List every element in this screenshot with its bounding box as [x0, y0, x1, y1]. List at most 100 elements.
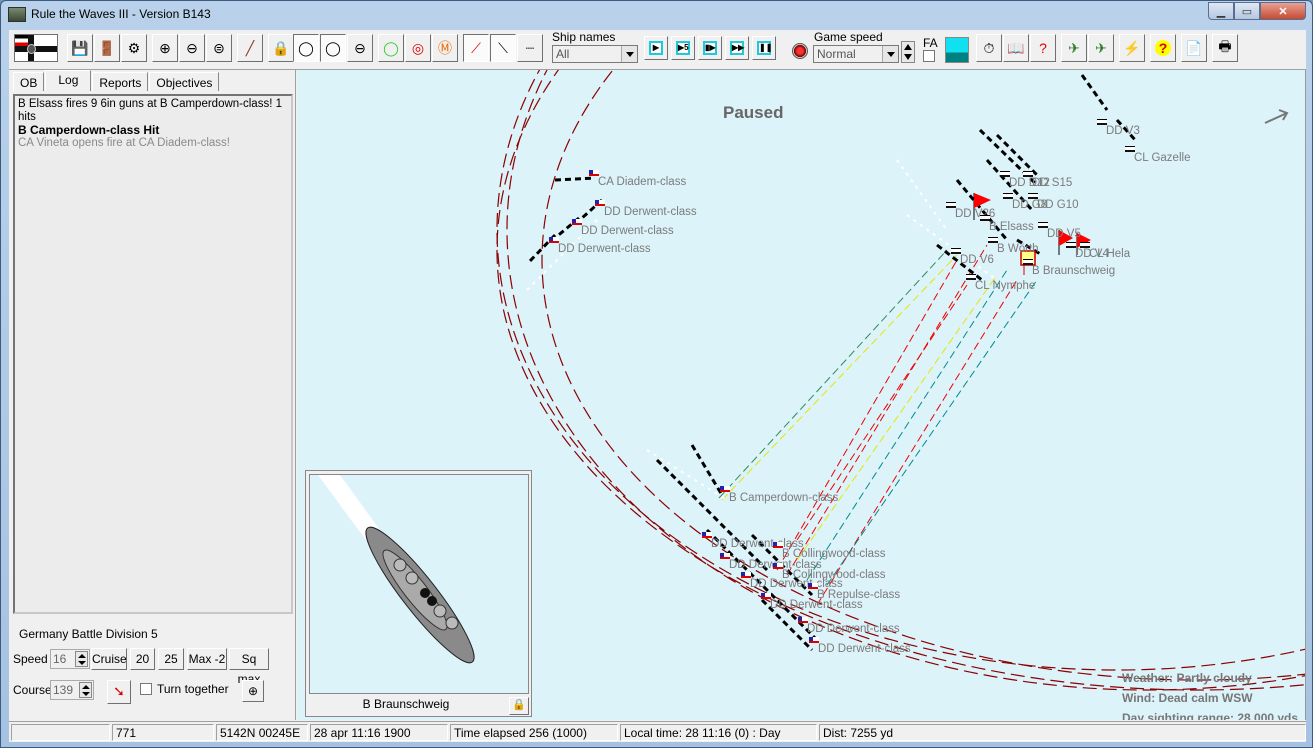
british-ensign-icon — [589, 170, 599, 176]
tab-objectives[interactable]: Objectives — [149, 72, 220, 91]
ship-label[interactable]: DD V5 — [1047, 228, 1081, 240]
chevron-down-icon — [882, 46, 898, 62]
torpedo-button[interactable]: ⟍ — [490, 34, 516, 62]
range-circle-2-button[interactable]: ◯ — [320, 34, 346, 62]
close-button[interactable]: ✕ — [1260, 2, 1306, 20]
unknown-ship-button[interactable]: ? — [1030, 34, 1056, 62]
ship-label[interactable]: DD V3 — [1106, 125, 1140, 137]
play-5-button[interactable]: ▶5 — [671, 36, 695, 60]
book-button[interactable]: 📖 — [1003, 34, 1029, 62]
speed-25-button[interactable]: 25 — [158, 648, 184, 670]
ship-column[interactable] — [690, 444, 724, 496]
save-button[interactable]: 💾 — [67, 34, 93, 62]
status-date: 28 apr 11:16 1900 — [310, 724, 448, 741]
range-bar-button[interactable]: ⊖ — [347, 34, 373, 62]
ship-column[interactable] — [1080, 74, 1109, 111]
chevron-down-icon — [621, 46, 637, 62]
aircraft-settings-button[interactable]: ✈ — [1088, 34, 1114, 62]
ship-label[interactable]: DD Derwent-class — [558, 243, 651, 255]
ship-label[interactable]: DD G8 — [1012, 199, 1047, 211]
log-list[interactable]: B Elsass fires 9 6in guns at B Camperdow… — [13, 94, 293, 614]
ship-label[interactable]: B Camperdown-class — [729, 492, 838, 504]
british-ensign-icon — [720, 553, 730, 559]
unknown-ship-icon: ? — [1039, 40, 1047, 56]
set-course-pointer-button[interactable]: ➘ — [107, 680, 131, 704]
ship-label[interactable]: B Elsass — [989, 221, 1034, 233]
maximize-button[interactable]: ▭ — [1234, 2, 1260, 20]
title-bar[interactable]: Rule the Waves III - Version B143 ▁ ▭ ✕ — [1, 1, 1312, 29]
speed-max-minus-2-button[interactable]: Max -2 — [187, 648, 227, 670]
ship-column[interactable] — [655, 458, 769, 572]
record-icon[interactable] — [792, 43, 808, 59]
zoom-fit-button[interactable]: ⊜ — [206, 34, 232, 62]
report-document-button[interactable]: 📄 — [1181, 34, 1207, 62]
speed-spinner-arrows[interactable] — [75, 651, 88, 667]
course-stepper[interactable]: 139 — [50, 680, 94, 700]
fast-forward-button[interactable]: ▶▶ — [725, 36, 749, 60]
speed-sq-max-button[interactable]: Sq max — [229, 648, 269, 686]
aircraft-formation-button[interactable]: ✈ — [1061, 34, 1087, 62]
gun-button[interactable]: ╱ — [237, 34, 263, 62]
ship-label[interactable]: DD V6 — [960, 254, 994, 266]
help-button[interactable]: ? — [1150, 34, 1176, 62]
ship-label[interactable]: DD Derwent-class — [818, 643, 911, 655]
range-circle-1-button[interactable]: ◯ — [293, 34, 319, 62]
minimize-button[interactable]: ▁ — [1208, 2, 1234, 20]
turn-together-checkbox[interactable] — [140, 683, 152, 695]
fa-checkbox[interactable] — [923, 50, 935, 62]
pause-button[interactable]: ❚❚ — [752, 36, 776, 60]
ship-label[interactable]: B Wörth — [997, 243, 1039, 255]
dotted-line-button[interactable]: ┈ — [517, 34, 543, 62]
range-circle-red-button[interactable]: ◎ — [405, 34, 431, 62]
range-bar-icon: ⊖ — [354, 39, 366, 56]
target-crosshair-button[interactable]: ⊕ — [242, 680, 264, 702]
tab-reports[interactable]: Reports — [92, 72, 149, 91]
zoom-out-button[interactable]: ⊖ — [179, 34, 205, 62]
fire-lines-button[interactable]: ⟋ — [463, 34, 489, 62]
lightning-button[interactable]: ⚡ — [1119, 34, 1145, 62]
pause-icon: ❚❚ — [757, 41, 772, 55]
speed-20-button[interactable]: 20 — [130, 648, 155, 670]
speed-stepper[interactable]: 16 — [50, 649, 90, 669]
game-speed-dropdown[interactable]: Normal — [813, 45, 899, 63]
lock-button[interactable]: 🔒 — [268, 34, 294, 62]
range-circle-green-button[interactable]: ◯ — [378, 34, 404, 62]
range-circle-m-button[interactable]: Ⓜ — [432, 34, 458, 62]
print-button[interactable]: 🖶 — [1212, 34, 1238, 62]
play-button[interactable]: ▶ — [644, 36, 668, 60]
ship-label[interactable]: DD Derwent-class — [807, 623, 900, 635]
ship-label[interactable]: CL Gazelle — [1134, 152, 1190, 164]
game-speed-spinner[interactable] — [901, 41, 915, 63]
ship-column[interactable] — [554, 176, 596, 182]
step-button[interactable]: ▮▶ — [698, 36, 722, 60]
settings-gears-button[interactable]: ⚙ — [121, 34, 147, 62]
ship-label[interactable]: DD Derwent-class — [604, 206, 697, 218]
british-ensign-icon — [808, 583, 818, 589]
nation-flag-button[interactable] — [14, 34, 58, 62]
german-ensign-icon — [980, 215, 990, 221]
battle-map[interactable]: Paused CA Diadem-class DD Derwent-class DD… — [297, 70, 1306, 720]
ship-names-dropdown[interactable]: All — [552, 45, 638, 63]
ship-label[interactable]: CL Nymphe — [975, 280, 1035, 292]
tab-ob[interactable]: OB — [13, 72, 45, 91]
ship-label[interactable]: CL Hela — [1089, 248, 1130, 260]
save-icon: 💾 — [71, 39, 89, 56]
ship-label[interactable]: CA Diadem-class — [598, 176, 686, 188]
tab-log[interactable]: Log — [45, 70, 92, 91]
ship-label[interactable]: DD S15 — [1032, 177, 1072, 189]
range-circle-1-icon: ◯ — [298, 39, 314, 56]
speed-cruise-button[interactable]: Cruise — [91, 648, 127, 670]
ship-names-label: Ship names — [552, 30, 616, 44]
ship-label[interactable]: B Braunschweig — [1032, 265, 1115, 277]
lock-view-button[interactable]: 🔒 — [509, 697, 529, 715]
client-area: 💾 🚪 ⚙ ⊕ ⊖ ⊜ ╱ 🔒 ◯ ◯ ⊖ ◯ ◎ Ⓜ ⟋ ⟍ ┈ Ship names All ▶ ▶5 ▮▶ ▶▶… — [9, 30, 1306, 742]
speed-label: Speed — [13, 652, 48, 666]
zoom-in-button[interactable]: ⊕ — [152, 34, 178, 62]
ship-label[interactable]: DD Derwent-class — [770, 599, 863, 611]
stopwatch-button[interactable]: ⏱ — [976, 34, 1002, 62]
ship-label[interactable]: DD Derwent-class — [581, 225, 674, 237]
weather-sky-icon[interactable] — [945, 37, 969, 63]
course-spinner-arrows[interactable] — [79, 682, 92, 698]
ship-column[interactable] — [995, 133, 1039, 177]
exit-door-button[interactable]: 🚪 — [94, 34, 120, 62]
